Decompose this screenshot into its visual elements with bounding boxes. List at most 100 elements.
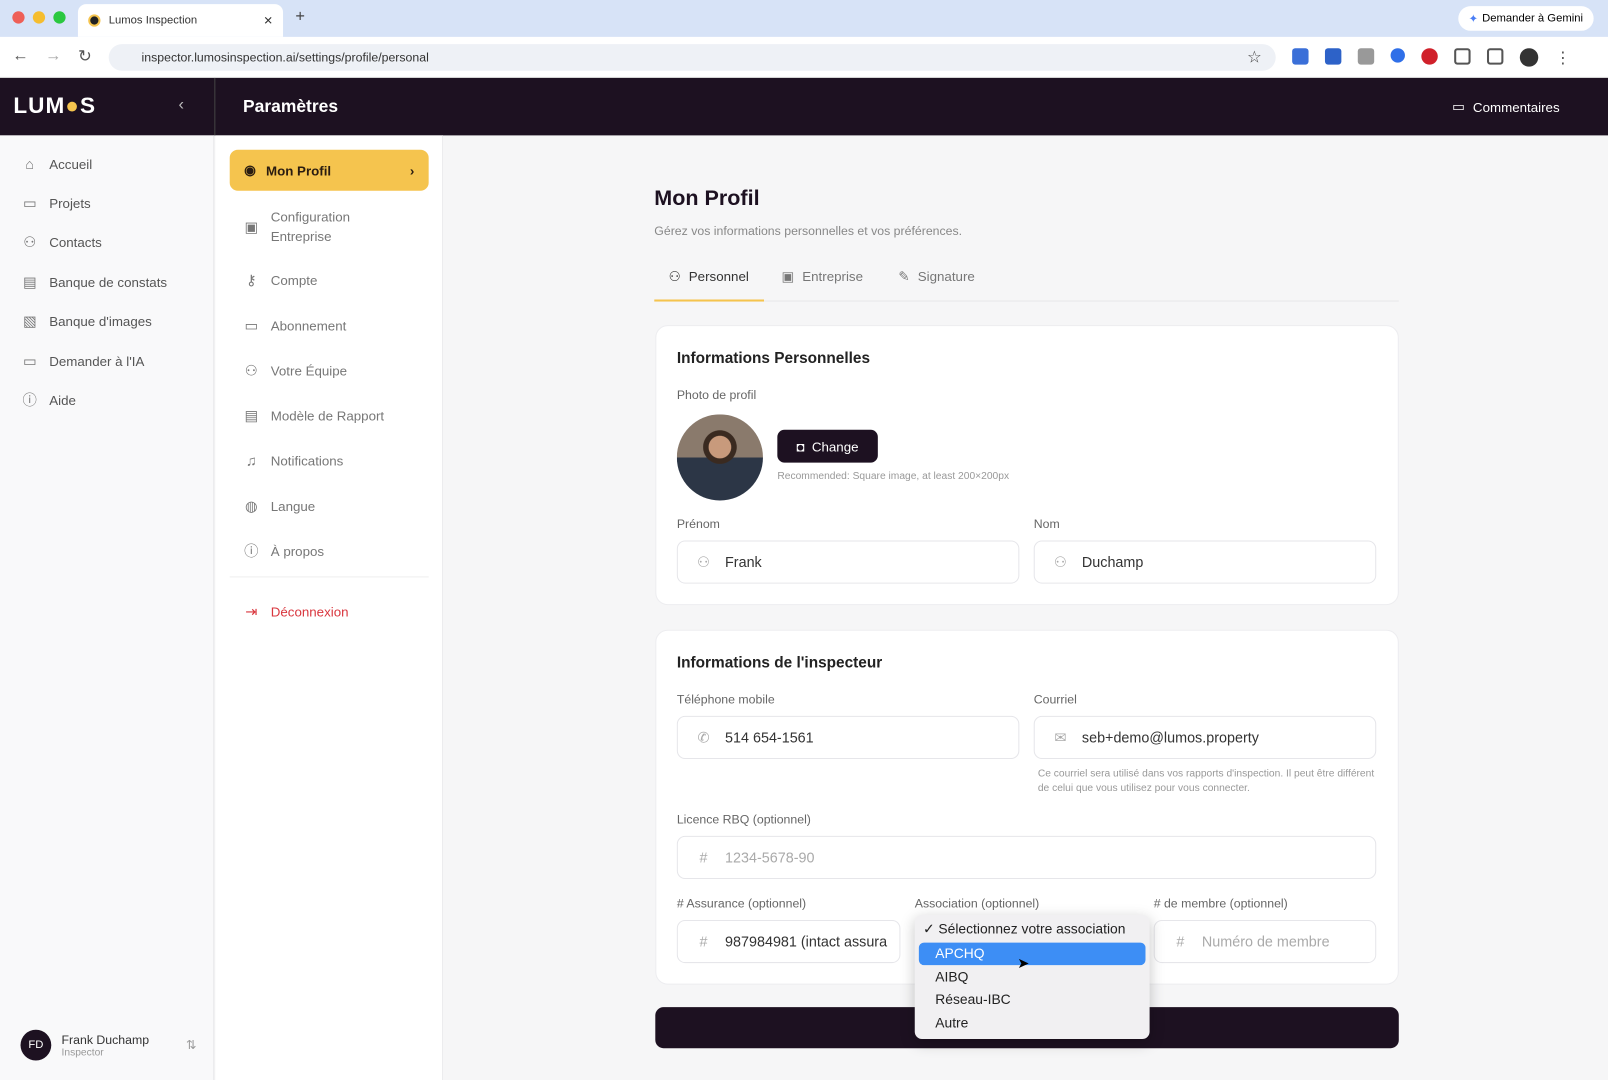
rbq-input[interactable]: #1234-5678-90	[676, 835, 1377, 879]
sidebar-item-aide[interactable]: ⓘ Aide	[21, 388, 76, 413]
insurance-input[interactable]: #987984981 (intact assura	[676, 919, 901, 964]
menu-icon[interactable]: ⋮	[1555, 48, 1571, 69]
sidebar-item-constats[interactable]: ▤ Banque de constats	[21, 270, 168, 295]
settings-item-configuration[interactable]: ▣ Configuration Entreprise	[242, 207, 384, 246]
association-option[interactable]: Réseau-IBC	[935, 992, 1010, 1007]
profile-avatar-icon[interactable]	[1519, 48, 1539, 67]
sidebar-item-projets[interactable]: ▭ Projets	[21, 191, 91, 216]
logo: LUM●S	[13, 92, 97, 118]
home-icon: ⌂	[25, 155, 35, 173]
new-tab-icon[interactable]: +	[295, 8, 305, 26]
insurance-label: # Assurance (optionnel)	[676, 896, 807, 911]
mail-icon: ✉	[1054, 728, 1067, 746]
camera-icon[interactable]	[1357, 48, 1375, 65]
member-input[interactable]: # Numéro de membre	[1153, 919, 1377, 964]
first-name-input[interactable]: ⚇ Frank	[676, 540, 1020, 584]
settings-item-modele[interactable]: ▤ Modèle de Rapport	[242, 406, 384, 424]
phone-label: Téléphone mobile	[676, 692, 775, 707]
sidebar-item-accueil[interactable]: ⌂ Accueil	[21, 152, 92, 177]
settings-item-abonnement[interactable]: ▭ Abonnement	[242, 316, 346, 334]
email-input[interactable]: ✉ seb+demo@lumos.property	[1033, 715, 1377, 759]
pen-icon: ✎	[898, 268, 910, 285]
hash-icon: #	[1176, 933, 1185, 950]
puzzle-icon[interactable]	[1454, 48, 1471, 65]
favicon-icon	[88, 14, 101, 27]
tabs-divider	[654, 300, 1399, 302]
settings-item-compte[interactable]: ⚷ Compte	[242, 271, 317, 289]
photo-hint: Recommended: Square image, at least 200×…	[777, 470, 1010, 483]
comment-icon: ▭	[1452, 98, 1465, 114]
sidebar-item-images[interactable]: ▧ Banque d'images	[21, 309, 152, 334]
tab-entreprise[interactable]: ▣ Entreprise	[781, 269, 863, 285]
association-dropdown[interactable]: ✓ Sélectionnez votre association APCHQ A…	[914, 914, 1150, 1039]
bookmark-star-icon[interactable]: ☆	[1247, 47, 1262, 68]
first-name-label: Prénom	[676, 516, 720, 532]
reload-icon[interactable]: ↻	[78, 46, 92, 67]
email-hint: Ce courriel sera utilisé dans vos rappor…	[1037, 768, 1375, 794]
extension-icon[interactable]	[1390, 48, 1405, 63]
last-name-input[interactable]: ⚇ Duchamp	[1033, 540, 1377, 584]
sidepanel-icon[interactable]	[1486, 48, 1504, 65]
user-circle-icon: ◉	[244, 162, 256, 178]
rbq-label: Licence RBQ (optionnel)	[676, 812, 811, 827]
settings-item-apropos[interactable]: ⓘ À propos	[242, 542, 324, 560]
hash-icon: #	[699, 933, 708, 950]
browser-tab[interactable]: Lumos Inspection ✕	[77, 4, 284, 37]
settings-item-notifications[interactable]: ♫ Notifications	[242, 451, 343, 469]
bell-icon: ♫	[245, 452, 257, 469]
sidebar-item-contacts[interactable]: ⚇ Contacts	[21, 230, 102, 255]
user-icon: ⚇	[1053, 553, 1067, 570]
browser-tabbar: Lumos Inspection ✕ + ✦ Demander à Gemini	[0, 0, 1608, 37]
last-name-label: Nom	[1033, 516, 1060, 532]
chat-icon: ▭	[22, 352, 37, 369]
close-window-button[interactable]	[12, 11, 25, 24]
extension-icon[interactable]	[1324, 48, 1342, 65]
feedback-button[interactable]: ▭ Commentaires	[1452, 98, 1560, 114]
user-icon: ⚇	[697, 553, 710, 570]
page-title: Mon Profil	[654, 186, 760, 211]
back-icon[interactable]: ←	[12, 47, 28, 65]
tab-personnel[interactable]: ⚇ Personnel	[654, 269, 765, 302]
association-option[interactable]: Autre	[935, 1015, 968, 1030]
maximize-window-button[interactable]	[53, 11, 66, 24]
extension-icon[interactable]	[1421, 48, 1438, 65]
section-heading: Informations Personnelles	[676, 349, 871, 368]
document-icon: ▤	[22, 273, 37, 290]
camera-icon: ◘	[796, 438, 805, 454]
gemini-button[interactable]: ✦ Demander à Gemini	[1458, 6, 1594, 31]
profile-photo	[676, 414, 763, 501]
page-subtitle: Gérez vos informations personnelles et v…	[654, 223, 963, 238]
credit-card-icon: ▭	[244, 316, 259, 333]
settings-item-langue[interactable]: ◍ Langue	[242, 496, 315, 514]
phone-input[interactable]: ✆ 514 654-1561	[676, 715, 1020, 759]
user-icon: ⚇	[23, 233, 37, 250]
email-label: Courriel	[1033, 692, 1077, 707]
association-option[interactable]: AIBQ	[935, 969, 968, 984]
extensions-toolbar: ⋮	[1292, 48, 1571, 69]
app-header: LUM●S ‹ Paramètres ▭ Commentaires	[0, 77, 1608, 136]
photo-label: Photo de profil	[676, 387, 757, 403]
building-icon: ▣	[781, 268, 795, 285]
sidebar-item-ia[interactable]: ▭ Demander à l'IA	[21, 349, 144, 374]
association-option[interactable]: ✓ Sélectionnez votre association	[923, 921, 1125, 937]
folder-icon: ▭	[22, 194, 37, 211]
globe-icon: ◍	[244, 496, 258, 514]
settings-item-mon-profil[interactable]: ◉ Mon Profil ›	[229, 149, 429, 191]
user-menu[interactable]: FD Frank Duchamp Inspector ⇅	[20, 1029, 197, 1061]
expand-icon: ⇅	[186, 1037, 197, 1053]
minimize-window-button[interactable]	[32, 11, 46, 24]
forward-icon[interactable]: →	[45, 47, 61, 65]
tab-signature[interactable]: ✎ Signature	[898, 269, 974, 285]
image-icon: ▧	[22, 312, 37, 329]
url-input[interactable]: inspector.lumosinspection.ai/settings/pr…	[108, 44, 1276, 71]
close-tab-icon[interactable]: ✕	[263, 14, 272, 27]
logout-button[interactable]: ⇥ Déconnexion	[242, 602, 348, 620]
association-option-highlighted[interactable]: APCHQ	[918, 942, 1146, 966]
building-icon: ▣	[244, 217, 259, 235]
settings-item-equipe[interactable]: ⚇ Votre Équipe	[242, 361, 347, 379]
change-photo-button[interactable]: ◘ Change	[777, 429, 878, 463]
help-icon: ⓘ	[22, 391, 37, 409]
mouse-cursor-icon: ➤	[1017, 954, 1030, 972]
collapse-sidebar-icon[interactable]: ‹	[178, 96, 183, 114]
extension-icon[interactable]	[1292, 48, 1309, 65]
